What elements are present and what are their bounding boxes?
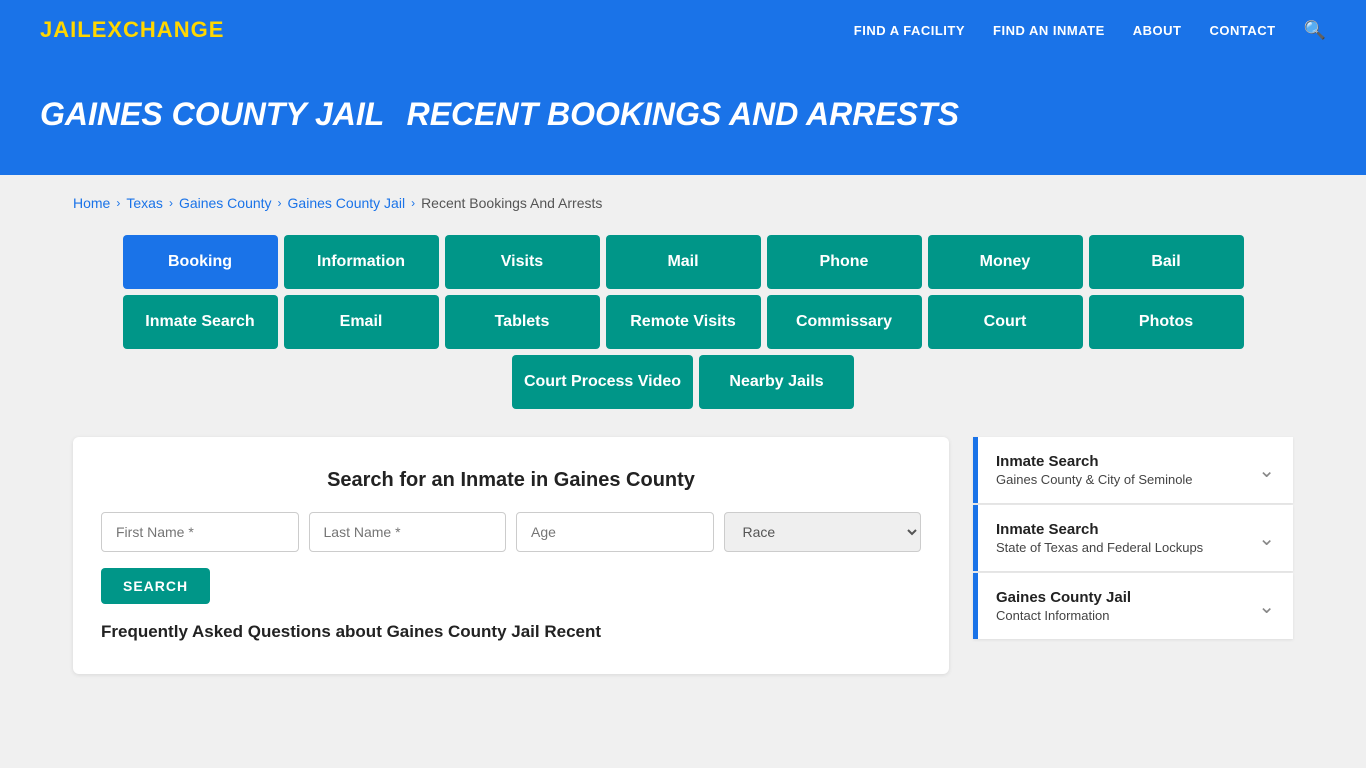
search-form: Race White Black Hispanic Asian Other <box>101 512 921 552</box>
breadcrumb-gaines-county[interactable]: Gaines County <box>179 195 272 211</box>
button-row-3: Court Process Video Nearby Jails <box>73 355 1293 409</box>
site-logo[interactable]: JAILEXCHANGE <box>40 17 224 43</box>
btn-commissary[interactable]: Commissary <box>767 295 922 349</box>
sidebar: Inmate Search Gaines County & City of Se… <box>973 437 1293 639</box>
btn-court[interactable]: Court <box>928 295 1083 349</box>
nav-contact[interactable]: CONTACT <box>1209 23 1275 38</box>
sidebar-item-2-title: Inmate Search <box>996 521 1203 538</box>
btn-mail[interactable]: Mail <box>606 235 761 289</box>
btn-nearby-jails[interactable]: Nearby Jails <box>699 355 854 409</box>
search-button[interactable]: SEARCH <box>101 568 210 604</box>
navigation-buttons: Booking Information Visits Mail Phone Mo… <box>73 235 1293 409</box>
breadcrumb-sep-4: › <box>411 196 415 210</box>
sidebar-item-2-subtitle: State of Texas and Federal Lockups <box>996 540 1203 555</box>
breadcrumb-sep-1: › <box>116 196 120 210</box>
btn-photos[interactable]: Photos <box>1089 295 1244 349</box>
age-input[interactable] <box>516 512 714 552</box>
sidebar-item-1[interactable]: Inmate Search Gaines County & City of Se… <box>973 437 1293 503</box>
btn-phone[interactable]: Phone <box>767 235 922 289</box>
breadcrumb-gaines-county-jail[interactable]: Gaines County Jail <box>288 195 406 211</box>
btn-information[interactable]: Information <box>284 235 439 289</box>
btn-email[interactable]: Email <box>284 295 439 349</box>
main-content: Home › Texas › Gaines County › Gaines Co… <box>33 175 1333 694</box>
search-heading: Search for an Inmate in Gaines County <box>101 469 921 492</box>
button-row-1: Booking Information Visits Mail Phone Mo… <box>73 235 1293 289</box>
logo-exchange: EXCHANGE <box>92 17 225 42</box>
sidebar-item-1-title: Inmate Search <box>996 453 1193 470</box>
section-preview: Frequently Asked Questions about Gaines … <box>101 622 921 642</box>
sidebar-item-3-subtitle: Contact Information <box>996 608 1131 623</box>
btn-tablets[interactable]: Tablets <box>445 295 600 349</box>
btn-court-process-video[interactable]: Court Process Video <box>512 355 693 409</box>
hero-section: Gaines County Jail RECENT BOOKINGS AND A… <box>0 60 1366 175</box>
sidebar-item-1-subtitle: Gaines County & City of Seminole <box>996 472 1193 487</box>
breadcrumb-sep-2: › <box>169 196 173 210</box>
last-name-input[interactable] <box>309 512 507 552</box>
first-name-input[interactable] <box>101 512 299 552</box>
main-nav: FIND A FACILITY FIND AN INMATE ABOUT CON… <box>854 20 1326 41</box>
search-icon[interactable]: 🔍 <box>1304 20 1326 41</box>
nav-about[interactable]: ABOUT <box>1133 23 1182 38</box>
nav-find-facility[interactable]: FIND A FACILITY <box>854 23 965 38</box>
chevron-down-icon-3: ⌄ <box>1258 594 1275 619</box>
button-row-2: Inmate Search Email Tablets Remote Visit… <box>73 295 1293 349</box>
sidebar-item-3-title: Gaines County Jail <box>996 589 1131 606</box>
btn-inmate-search[interactable]: Inmate Search <box>123 295 278 349</box>
breadcrumb-texas[interactable]: Texas <box>126 195 163 211</box>
race-select[interactable]: Race White Black Hispanic Asian Other <box>724 512 922 552</box>
chevron-down-icon: ⌄ <box>1258 458 1275 483</box>
logo-jail: JAIL <box>40 17 92 42</box>
btn-booking[interactable]: Booking <box>123 235 278 289</box>
breadcrumb: Home › Texas › Gaines County › Gaines Co… <box>73 195 1293 211</box>
btn-money[interactable]: Money <box>928 235 1083 289</box>
site-header: JAILEXCHANGE FIND A FACILITY FIND AN INM… <box>0 0 1366 60</box>
chevron-down-icon-2: ⌄ <box>1258 526 1275 551</box>
breadcrumb-sep-3: › <box>278 196 282 210</box>
search-section: Search for an Inmate in Gaines County Ra… <box>73 437 949 674</box>
breadcrumb-home[interactable]: Home <box>73 195 110 211</box>
breadcrumb-current: Recent Bookings And Arrests <box>421 195 602 211</box>
btn-visits[interactable]: Visits <box>445 235 600 289</box>
btn-bail[interactable]: Bail <box>1089 235 1244 289</box>
nav-find-inmate[interactable]: FIND AN INMATE <box>993 23 1105 38</box>
btn-remote-visits[interactable]: Remote Visits <box>606 295 761 349</box>
sidebar-item-2[interactable]: Inmate Search State of Texas and Federal… <box>973 505 1293 571</box>
sidebar-item-3[interactable]: Gaines County Jail Contact Information ⌄ <box>973 573 1293 639</box>
page-title: Gaines County Jail RECENT BOOKINGS AND A… <box>40 90 1326 135</box>
content-layout: Search for an Inmate in Gaines County Ra… <box>73 437 1293 674</box>
